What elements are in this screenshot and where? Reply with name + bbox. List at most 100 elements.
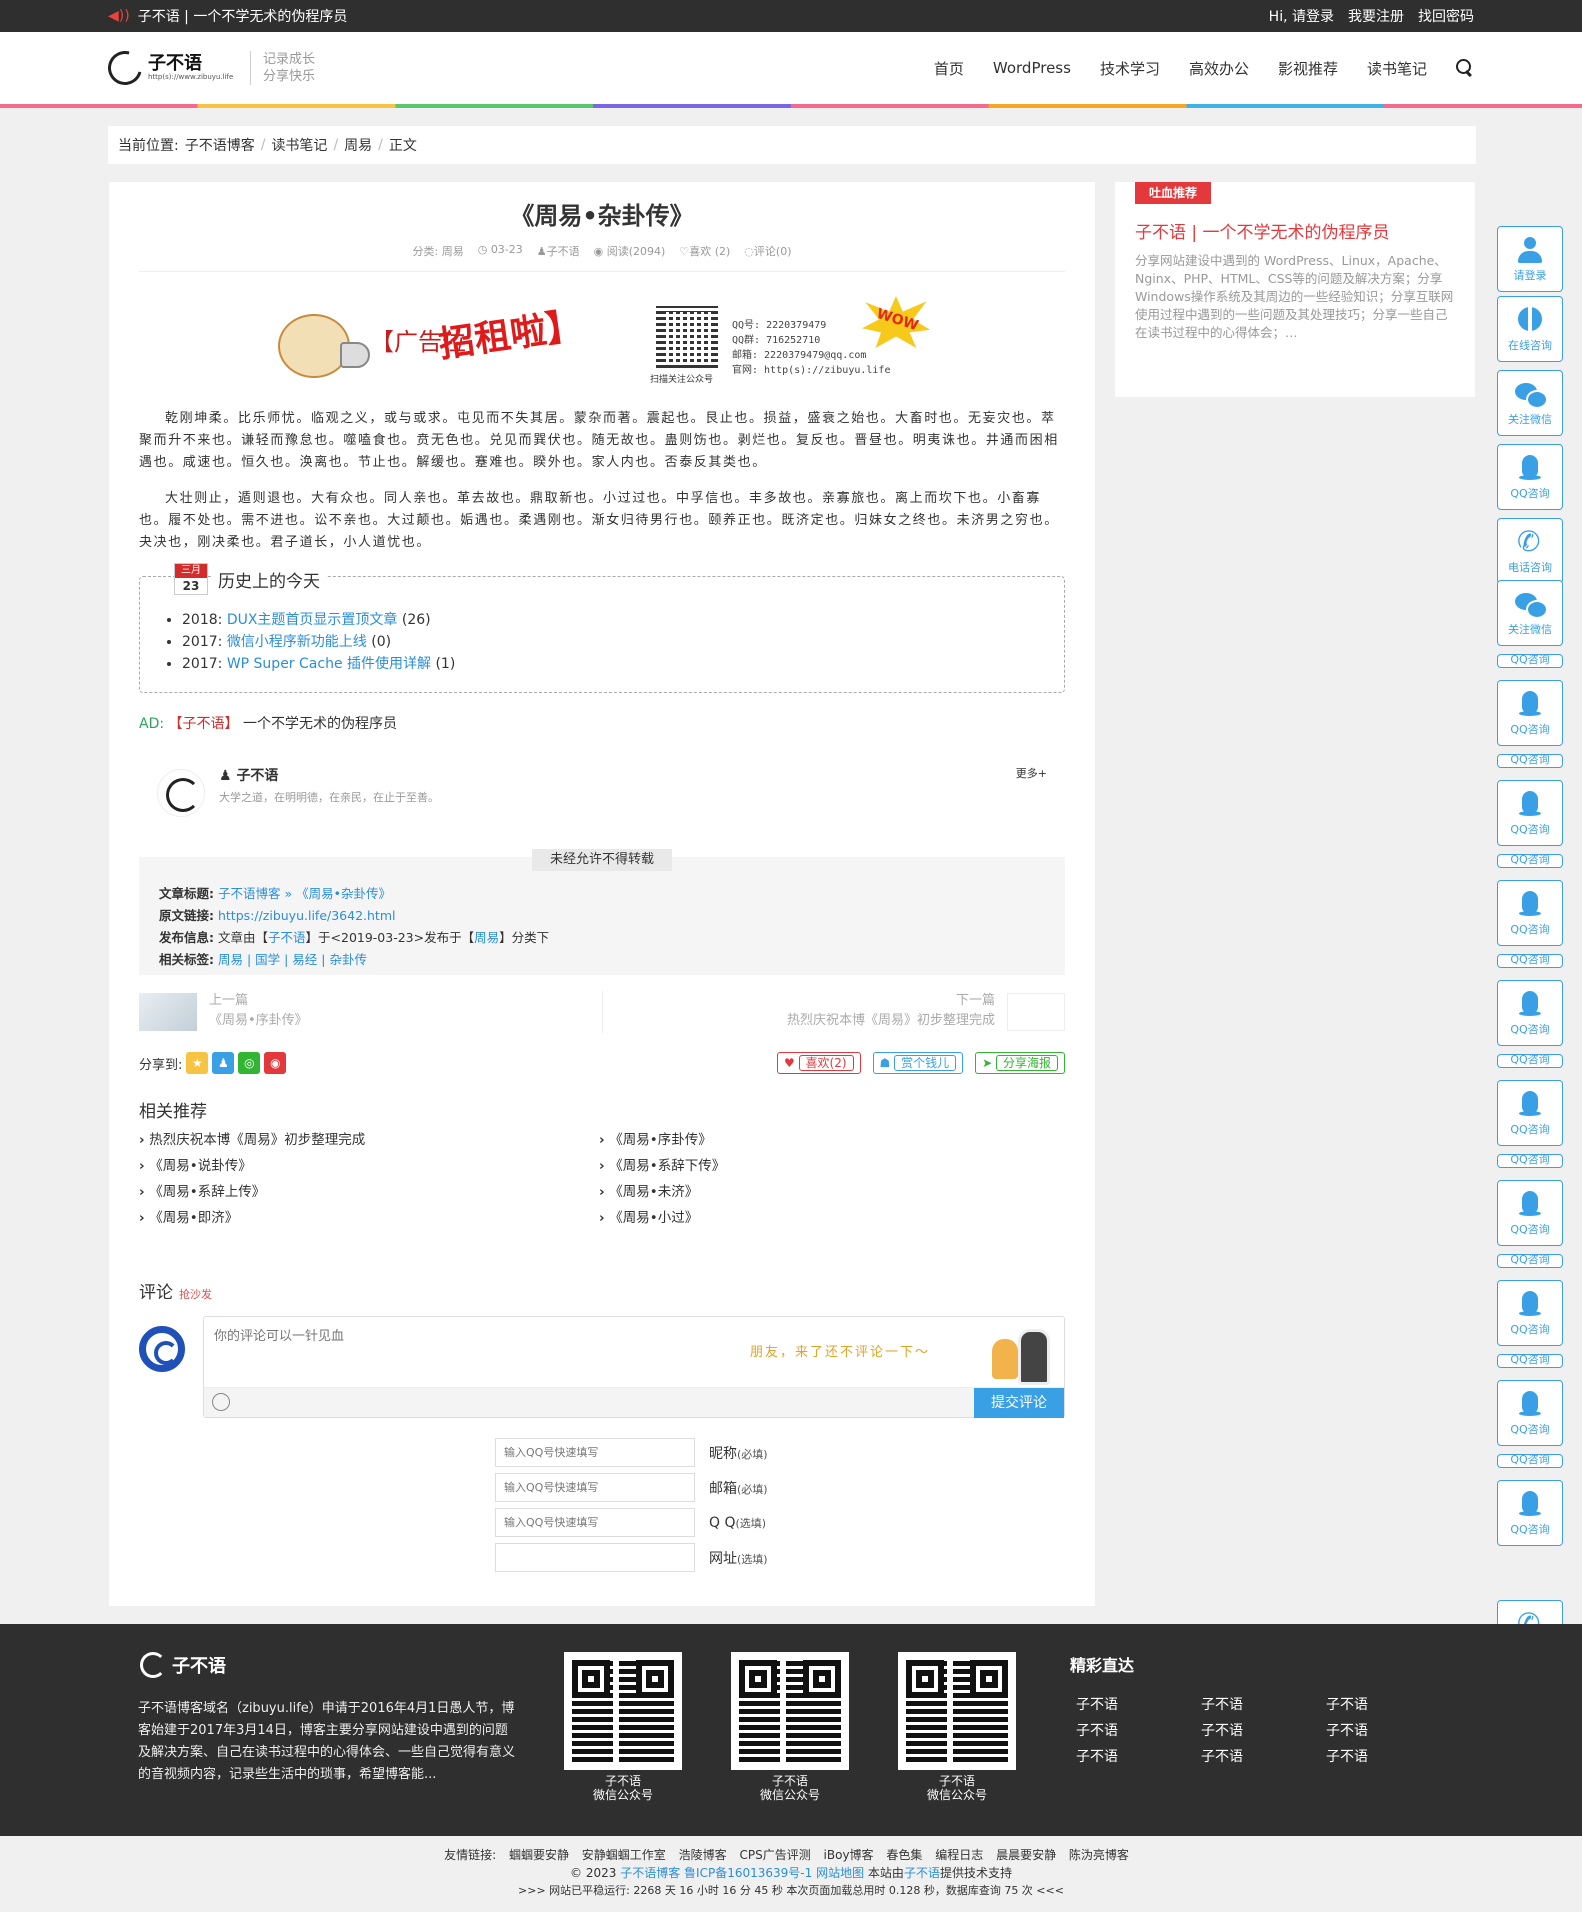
- nickname-input[interactable]: 输入QQ号快速填写: [495, 1438, 695, 1467]
- friend-link[interactable]: 陈沩亮博客: [1069, 1848, 1129, 1862]
- email-input[interactable]: 输入QQ号快速填写: [495, 1473, 695, 1502]
- copyright-category-link[interactable]: 周易: [474, 930, 499, 945]
- related-item[interactable]: 《周易•小过》: [599, 1206, 1059, 1226]
- float-button-globe[interactable]: 在线咨询: [1497, 296, 1563, 362]
- meta-author[interactable]: ♟子不语: [537, 243, 580, 259]
- breadcrumb-item-zhouyi[interactable]: 周易: [344, 135, 372, 155]
- quick-link[interactable]: 子不语: [1201, 1720, 1326, 1740]
- nav-item-wordpress[interactable]: WordPress: [993, 59, 1071, 77]
- float-button-user[interactable]: 请登录: [1497, 226, 1563, 292]
- wechat-share-icon[interactable]: ◎: [238, 1052, 261, 1074]
- friend-link[interactable]: CPS广告评测: [739, 1848, 810, 1862]
- float-button-qq[interactable]: QQ咨询: [1497, 1480, 1563, 1546]
- float-button-qq[interactable]: QQ咨询: [1497, 1354, 1563, 1368]
- quick-link[interactable]: 子不语: [1201, 1694, 1326, 1714]
- float-button-qq[interactable]: QQ咨询: [1497, 854, 1563, 868]
- register-link[interactable]: 我要注册: [1348, 6, 1404, 26]
- float-button-qq[interactable]: QQ咨询: [1497, 880, 1563, 946]
- quick-link[interactable]: 子不语: [1076, 1720, 1201, 1740]
- weibo-share-icon[interactable]: ◉: [264, 1052, 287, 1074]
- login-link[interactable]: Hi, 请登录: [1269, 6, 1334, 26]
- history-link[interactable]: 微信小程序新功能上线: [227, 634, 367, 650]
- support-link[interactable]: 子不语: [904, 1866, 940, 1880]
- float-button-qq[interactable]: QQ咨询: [1497, 1280, 1563, 1346]
- url-input[interactable]: [495, 1543, 695, 1572]
- related-item[interactable]: 《周易•系辞下传》: [599, 1154, 1059, 1174]
- quick-link[interactable]: 子不语: [1326, 1694, 1451, 1714]
- related-item[interactable]: 《周易•系辞上传》: [139, 1180, 599, 1200]
- friend-link[interactable]: 浩陵博客: [679, 1848, 727, 1862]
- float-button-qq[interactable]: QQ咨询: [1497, 954, 1563, 968]
- sitemap-link[interactable]: 网站地图: [816, 1866, 864, 1880]
- copyright-title-link[interactable]: 子不语博客 » 《周易•杂卦传》: [218, 886, 391, 901]
- history-link[interactable]: DUX主题首页显示置顶文章: [227, 612, 398, 628]
- nav-item-tech[interactable]: 技术学习: [1100, 58, 1160, 79]
- prev-thumbnail[interactable]: [139, 993, 197, 1031]
- related-item[interactable]: 《周易•即济》: [139, 1206, 599, 1226]
- quick-link[interactable]: 子不语: [1326, 1746, 1451, 1766]
- meta-likes[interactable]: ♡喜欢 (2): [679, 243, 730, 259]
- copyright-url-link[interactable]: https://zibuyu.life/3642.html: [218, 908, 396, 923]
- nav-item-office[interactable]: 高效办公: [1189, 58, 1249, 79]
- copyright-tags[interactable]: 周易 | 国学 | 易经 | 杂卦传: [218, 952, 367, 967]
- meta-category[interactable]: 分类: 周易: [413, 243, 464, 259]
- meta-comments[interactable]: ◌评论(0): [744, 243, 791, 259]
- friend-link[interactable]: 春色集: [886, 1848, 922, 1862]
- related-item[interactable]: 《周易•序卦传》: [599, 1128, 1059, 1148]
- next-post-link[interactable]: 下一篇 热烈庆祝本博《周易》初步整理完成: [787, 991, 995, 1031]
- comment-textarea[interactable]: 你的评论可以一针见血 朋友，来了还不评论一下～ 提交评论: [203, 1316, 1065, 1418]
- next-thumbnail[interactable]: [1007, 993, 1065, 1031]
- author-name[interactable]: ♟ 子不语: [219, 765, 278, 785]
- float-button-qq[interactable]: QQ咨询: [1497, 754, 1563, 768]
- prev-post-link[interactable]: 上一篇 《周易•序卦传》: [209, 991, 308, 1031]
- quick-link[interactable]: 子不语: [1326, 1720, 1451, 1740]
- friend-link[interactable]: 晨晨要安静: [996, 1848, 1056, 1862]
- like-button[interactable]: ♥ 喜欢(2): [776, 1052, 861, 1074]
- author-more-link[interactable]: 更多+: [1016, 765, 1047, 781]
- related-item[interactable]: 《周易•说卦传》: [139, 1154, 599, 1174]
- reward-button[interactable]: ☗ 赏个钱儿: [872, 1052, 964, 1074]
- icp-link[interactable]: 鲁ICP备16013639号-1: [684, 1866, 812, 1880]
- emoji-icon[interactable]: [212, 1393, 230, 1411]
- submit-comment-button[interactable]: 提交评论: [974, 1388, 1064, 1418]
- site-tagline[interactable]: 子不语 | 一个不学无术的伪程序员: [138, 6, 348, 26]
- search-icon[interactable]: [1456, 59, 1474, 77]
- share-poster-button[interactable]: ➤ 分享海报: [975, 1052, 1065, 1074]
- friend-link[interactable]: 编程日志: [935, 1848, 983, 1862]
- nav-item-home[interactable]: 首页: [934, 58, 964, 79]
- footer-logo[interactable]: 子不语: [140, 1652, 226, 1678]
- float-button-wechat[interactable]: 关注微信: [1497, 370, 1563, 436]
- related-item[interactable]: 《周易•未济》: [599, 1180, 1059, 1200]
- site-logo[interactable]: 子不语 http(s)://www.zibuyu.life 记录成长 分享快乐: [101, 44, 315, 92]
- quick-link[interactable]: 子不语: [1076, 1746, 1201, 1766]
- quick-link[interactable]: 子不语: [1076, 1694, 1201, 1714]
- float-button-qq[interactable]: QQ咨询: [1497, 1380, 1563, 1446]
- copyright-author-link[interactable]: 子不语: [268, 930, 306, 945]
- footer-site-link[interactable]: 子不语博客: [620, 1866, 680, 1880]
- breadcrumb-item-blog[interactable]: 子不语博客: [185, 135, 255, 155]
- recommend-title[interactable]: 子不语 | 一个不学无术的伪程序员: [1135, 218, 1390, 243]
- friend-link[interactable]: iBoy博客: [824, 1848, 874, 1862]
- nav-item-movies[interactable]: 影视推荐: [1278, 58, 1338, 79]
- friend-link[interactable]: 安静蝈蝈工作室: [582, 1848, 666, 1862]
- related-item[interactable]: 热烈庆祝本博《周易》初步整理完成: [139, 1128, 599, 1148]
- history-link[interactable]: WP Super Cache 插件使用详解: [227, 656, 431, 672]
- breadcrumb-item-reading[interactable]: 读书笔记: [271, 135, 327, 155]
- float-button-phone[interactable]: 电话咨询: [1497, 518, 1563, 584]
- float-button-qq[interactable]: QQ咨询: [1497, 1054, 1563, 1068]
- float-button-qq[interactable]: QQ咨询: [1497, 1180, 1563, 1246]
- float-button-qq[interactable]: QQ咨询: [1497, 780, 1563, 846]
- qq-share-icon[interactable]: ♟: [212, 1052, 235, 1074]
- float-button-qq[interactable]: QQ咨询: [1497, 1154, 1563, 1168]
- quick-link[interactable]: 子不语: [1201, 1746, 1326, 1766]
- float-button-qq[interactable]: QQ咨询: [1497, 1454, 1563, 1468]
- nav-item-reading[interactable]: 读书笔记: [1367, 58, 1427, 79]
- qzone-share-icon[interactable]: ★: [186, 1052, 209, 1074]
- float-button-qq[interactable]: QQ咨询: [1497, 1254, 1563, 1268]
- ad-line[interactable]: AD: 【子不语】 一个不学无术的伪程序员: [139, 713, 1065, 733]
- float-button-qq[interactable]: QQ咨询: [1497, 654, 1563, 668]
- ad-banner[interactable]: 【广告位 招租啦】 扫描关注公众号 QQ号: 2220379479 QQ群: 7…: [272, 292, 932, 390]
- float-button-wechat[interactable]: 关注微信: [1497, 580, 1563, 646]
- float-button-qq[interactable]: QQ咨询: [1497, 444, 1563, 510]
- qq-input[interactable]: 输入QQ号快速填写: [495, 1508, 695, 1537]
